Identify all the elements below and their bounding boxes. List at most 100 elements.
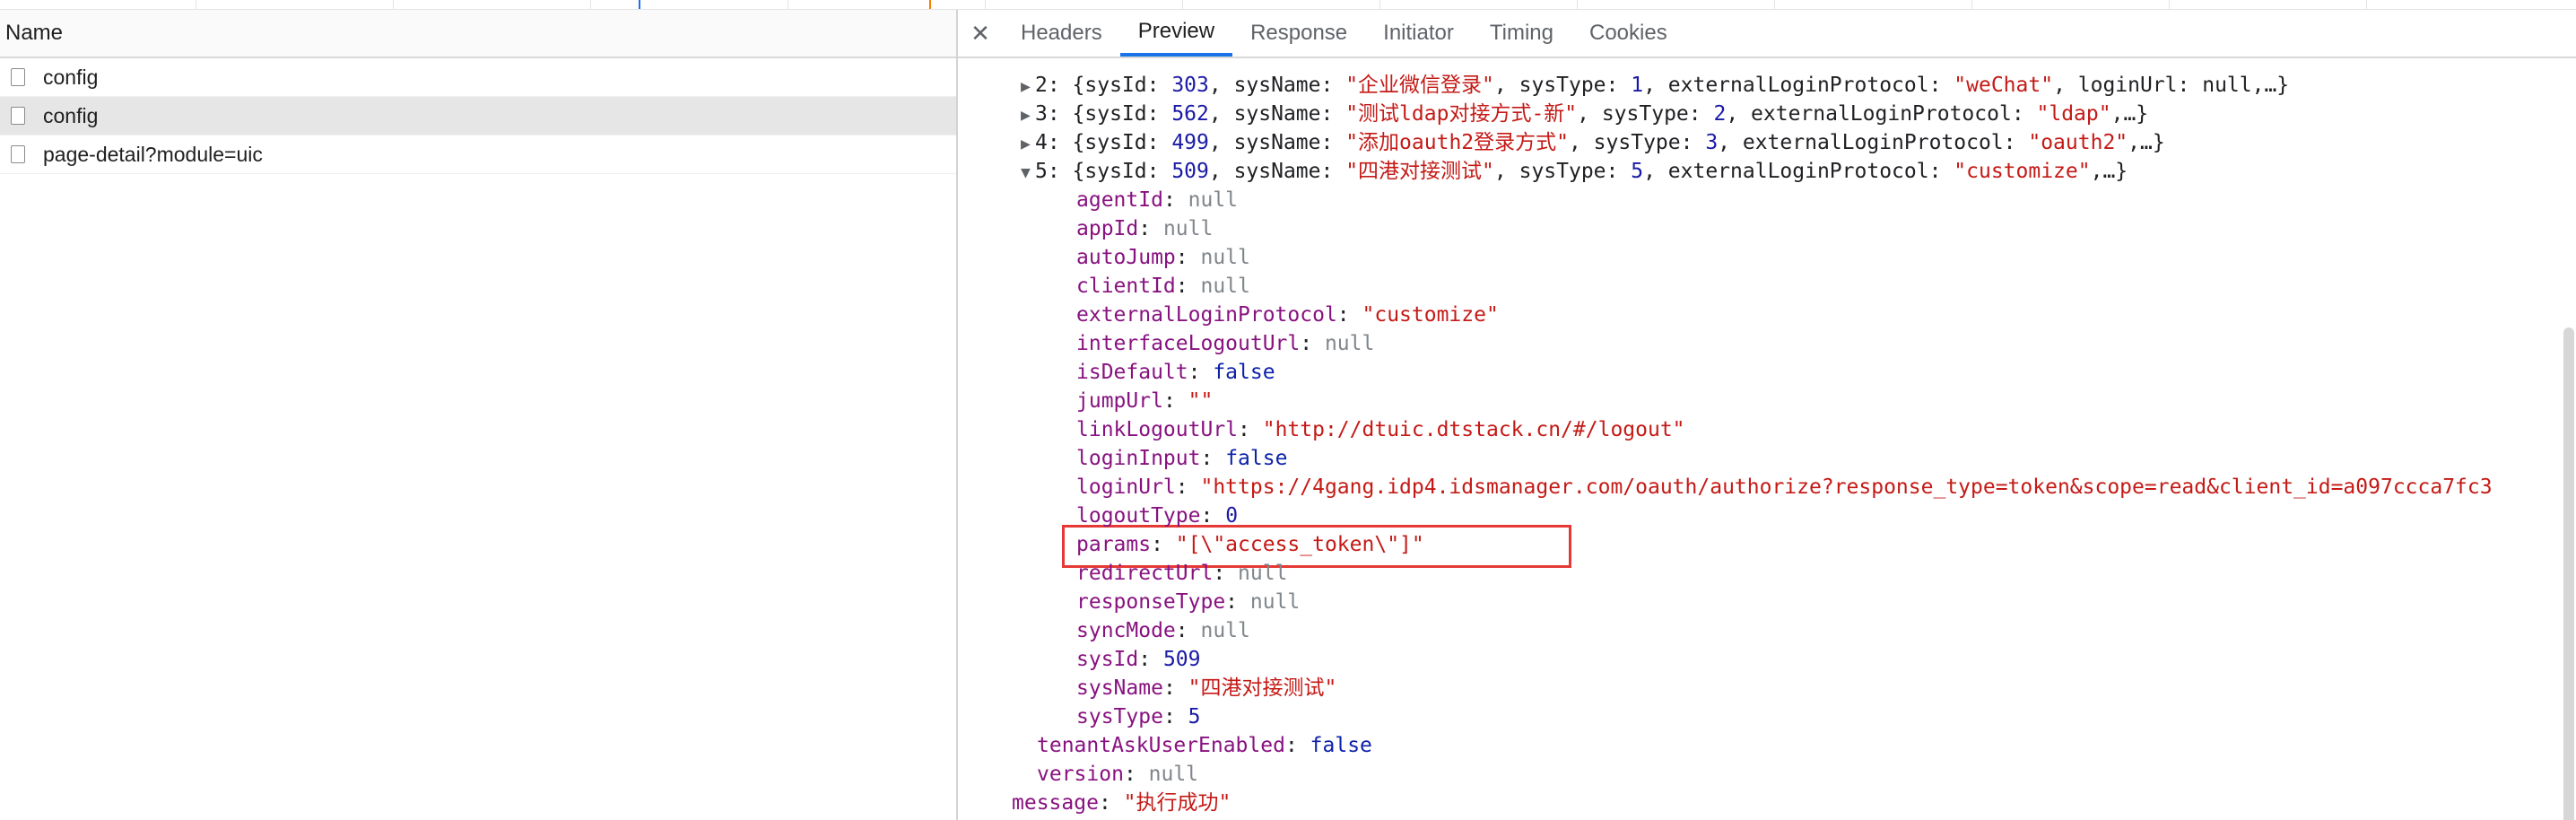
timeline-tick (985, 0, 986, 9)
name-column-header[interactable]: Name (0, 10, 956, 58)
expand-triangle-icon[interactable]: ▶ (1021, 101, 1035, 130)
json-property-row: version: null (1037, 760, 1198, 789)
json-token: , sysName: (1208, 74, 1346, 97)
network-timeline-overview[interactable] (0, 0, 2576, 10)
json-token: ,…} (2128, 131, 2165, 154)
json-array-item-row[interactable]: ▼ 5: {sysId: 509, sysName: "四港对接测试", sysT… (1021, 157, 2128, 186)
json-token: 499 (1171, 131, 1209, 154)
json-array-item-row[interactable]: ▶ 3: {sysId: 562, sysName: "测试ldap对接方式-新"… (1021, 100, 2148, 128)
json-token: isDefault (1076, 361, 1188, 384)
json-token: : (1123, 763, 1149, 786)
json-property-row: interfaceLogoutUrl: null (1076, 329, 1374, 358)
json-token: 3 (1705, 131, 1719, 154)
json-property-row: clientId: null (1076, 272, 1250, 301)
json-token: params (1076, 533, 1152, 556)
json-property-row: appId: null (1076, 214, 1213, 243)
json-token: : (1336, 303, 1362, 327)
tab-headers[interactable]: Headers (1003, 10, 1120, 57)
json-token: : (1162, 676, 1188, 700)
json-token: : (1162, 188, 1188, 212)
timeline-tick (590, 0, 591, 9)
request-row[interactable]: config (0, 97, 956, 135)
timeline-tick (2169, 0, 2170, 9)
json-token: 5 (1188, 705, 1201, 728)
timeline-tick (1577, 0, 1578, 9)
json-token: , sysName: (1208, 131, 1346, 154)
json-token: : (1162, 705, 1188, 728)
json-token: "customize" (1954, 160, 2091, 183)
json-token: 5: (1035, 160, 1073, 183)
json-token: "企业微信登录" (1345, 74, 1494, 97)
tab-preview[interactable]: Preview (1119, 10, 1233, 57)
json-property-row: agentId: null (1076, 186, 1238, 214)
json-token: , externalLoginProtocol: (1726, 102, 2037, 126)
json-token: null (1188, 188, 1239, 212)
json-property-row: linkLogoutUrl: "http://dtuic.dtstack.cn/… (1076, 415, 1685, 444)
details-panel: ✕ Headers Preview Response Initiator Timing C… (958, 10, 2576, 820)
json-token: false (1225, 447, 1288, 470)
json-token: , sysType: (1568, 131, 1706, 154)
json-token: "oauth2" (2028, 131, 2128, 154)
json-property-row: isDefault: false (1076, 358, 1275, 387)
json-token: version (1037, 763, 1124, 786)
json-token: , sysType: (1493, 74, 1632, 97)
json-token: "[\"access_token\"]" (1175, 533, 1424, 556)
requests-panel: Name config config page-detail?module=uic (0, 10, 958, 820)
json-token: : (1138, 217, 1163, 240)
json-property-row: autoJump: null (1076, 243, 1250, 272)
json-array-item-row[interactable]: ▶ 2: {sysId: 303, sysName: "企业微信登录", sysT… (1021, 71, 2289, 100)
tab-timing[interactable]: Timing (1472, 10, 1571, 57)
json-token: : (1098, 791, 1124, 815)
tab-response[interactable]: Response (1232, 10, 1365, 57)
json-token: "执行成功" (1123, 791, 1231, 815)
request-name: config (43, 65, 99, 89)
json-token: sysType (1076, 705, 1163, 728)
json-token: 562 (1171, 102, 1209, 126)
scrollbar[interactable] (2563, 327, 2574, 820)
json-token: null (1200, 619, 1250, 642)
json-property-row: logoutType: 0 (1076, 502, 1238, 530)
json-token: , externalLoginProtocol: (1643, 160, 1954, 183)
json-token: : (1213, 562, 1239, 585)
json-array-item-row[interactable]: ▶ 4: {sysId: 499, sysName: "添加oauth2登录方式"… (1021, 128, 2165, 157)
timeline-tick (393, 0, 394, 9)
request-row[interactable]: page-detail?module=uic (0, 135, 956, 174)
json-token: 303 (1171, 74, 1209, 97)
json-token: "" (1188, 389, 1214, 413)
json-token: "四港对接测试" (1188, 676, 1337, 700)
timeline-tick (2366, 0, 2367, 9)
expand-triangle-icon[interactable]: ▶ (1021, 130, 1035, 159)
json-property-row: jumpUrl: "" (1076, 387, 1213, 415)
json-token: , sysType: (1577, 102, 1714, 126)
json-property-row: message: "执行成功" (1012, 789, 1231, 817)
json-property-row: syncMode: null (1076, 616, 1250, 645)
json-token: 4: (1035, 131, 1073, 154)
json-token: {sysId: (1072, 74, 1172, 97)
request-list: config config page-detail?module=uic (0, 58, 956, 174)
json-token: null (1162, 217, 1214, 240)
close-icon[interactable]: ✕ (958, 10, 1003, 57)
json-token: jumpUrl (1076, 389, 1163, 413)
json-property-row: redirectUrl: null (1076, 559, 1287, 588)
json-token: "https://4gang.idp4.idsmanager.com/oauth… (1200, 475, 2493, 499)
json-token: autoJump (1076, 246, 1176, 269)
json-token: "ldap" (2036, 102, 2111, 126)
tab-initiator[interactable]: Initiator (1365, 10, 1472, 57)
timeline-tick (1379, 0, 1380, 9)
json-token: : (1175, 475, 1201, 499)
json-property-row: sysId: 509 (1076, 645, 1201, 674)
document-icon (11, 107, 25, 125)
expand-triangle-icon[interactable]: ▶ (1021, 73, 1035, 101)
tab-cookies[interactable]: Cookies (1571, 10, 1685, 57)
json-preview[interactable]: ▶ 2: {sysId: 303, sysName: "企业微信登录", sysT… (958, 58, 2576, 820)
request-name: page-detail?module=uic (43, 142, 263, 166)
json-token: 1 (1631, 74, 1644, 97)
json-token: 509 (1171, 160, 1209, 183)
json-token: "customize" (1362, 303, 1499, 327)
request-row[interactable]: config (0, 58, 956, 97)
json-token: clientId (1076, 275, 1176, 298)
json-token: appId (1076, 217, 1139, 240)
json-token: , sysName: (1208, 160, 1346, 183)
collapse-triangle-icon[interactable]: ▼ (1021, 159, 1035, 188)
document-icon (11, 145, 25, 163)
